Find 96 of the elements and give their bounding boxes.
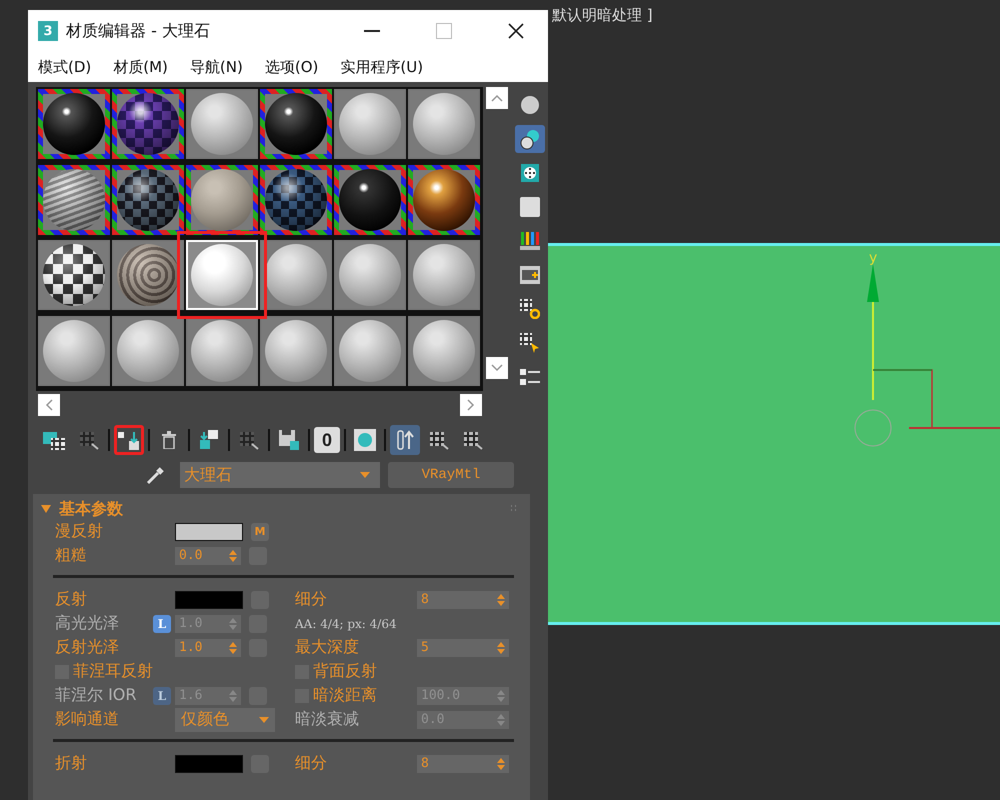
caret-icon (259, 716, 269, 722)
color-swatch[interactable] (175, 754, 243, 772)
tube-arrow-icon (396, 429, 414, 451)
rollout-title[interactable]: 基本参数 (59, 498, 502, 520)
param-label: 最大深度 (295, 637, 359, 658)
spheres-icon (519, 128, 542, 150)
material-slot[interactable] (38, 164, 110, 234)
material-slot[interactable] (260, 89, 332, 159)
axis-label: y (869, 250, 878, 266)
menu-item[interactable]: 导航(N) (190, 58, 243, 76)
material-slot[interactable] (408, 164, 480, 234)
color-swatch[interactable] (175, 522, 243, 540)
checker-cursor-icon (520, 333, 540, 353)
floppy-icon (279, 430, 299, 450)
material-slot[interactable] (112, 240, 184, 310)
checker-group-icon (238, 430, 260, 450)
checker-pick-icon (78, 430, 100, 450)
scroll-down-button[interactable] (486, 357, 508, 379)
square-icon (520, 197, 540, 217)
param-label: 背面反射 (313, 661, 377, 682)
material-slot[interactable] (260, 164, 332, 234)
chevron-up-icon (491, 94, 504, 102)
collapse-arrow-icon[interactable] (41, 505, 51, 513)
spinner-arrows-icon (229, 550, 237, 562)
param-label: 暗淡距离 (313, 685, 377, 706)
maximize-icon (436, 23, 452, 39)
scroll-right-button[interactable] (460, 394, 482, 416)
param-label: 粗糙 (55, 545, 87, 566)
param-label: 细分 (295, 589, 327, 610)
menu-item[interactable]: 材质(M) (113, 58, 168, 76)
color-swatch[interactable] (175, 590, 243, 608)
close-icon (508, 23, 524, 39)
map-button[interactable]: M (251, 522, 269, 540)
param-label: 高光光泽 (55, 613, 119, 634)
spinner-field[interactable]: 8 (417, 754, 509, 772)
param-label: 折射 (55, 753, 87, 774)
scroll-left-button[interactable] (38, 394, 60, 416)
sampling-note: AA: 4/4; px: 4/64 (295, 616, 397, 630)
checker-arrow-icon (428, 430, 450, 450)
viewport-label: 默认明暗处理 ] (551, 5, 654, 26)
checker-gear-icon (520, 299, 540, 319)
checker-icon (521, 164, 540, 182)
spinner-arrows-icon (497, 714, 505, 726)
spinner-arrows-icon (229, 642, 237, 654)
spinner-field[interactable]: 0.0 (175, 546, 241, 564)
spinner-arrows-icon (497, 642, 505, 654)
spinner-arrows-icon (497, 690, 505, 702)
window-title: 材质编辑器 - 大理石 (66, 20, 211, 42)
material-name-dropdown[interactable]: 大理石 (180, 462, 380, 488)
spinner-field[interactable]: 8 (417, 590, 509, 608)
toolbar-button[interactable]: 0 (314, 427, 340, 453)
material-slot[interactable] (112, 164, 184, 234)
param-label: 反射 (55, 589, 87, 610)
spinner-field[interactable]: 5 (417, 638, 509, 656)
material-slot[interactable] (334, 164, 406, 234)
minimize-icon (364, 30, 380, 32)
spinner-arrows-icon (497, 758, 505, 770)
chevron-left-icon (45, 399, 53, 411)
param-label: 菲涅尔 IOR (55, 685, 137, 706)
spinner-arrows-icon (497, 594, 505, 606)
chevron-right-icon (467, 399, 475, 411)
film-icon (520, 266, 540, 284)
app-icon: 3 (38, 21, 58, 41)
spinner-arrows-icon (229, 690, 237, 702)
material-slot[interactable] (112, 89, 184, 159)
param-label: 反射光泽 (55, 637, 119, 658)
checker-arrow-icon (118, 430, 140, 450)
param-label: 细分 (295, 753, 327, 774)
checker-square-icon (354, 429, 376, 451)
list-icon (520, 368, 540, 386)
menu-item[interactable]: 选项(O) (264, 58, 318, 76)
sphere-icon (520, 95, 540, 115)
trash-icon (162, 431, 176, 449)
param-label: 影响通道 (55, 709, 119, 730)
checker-arrow-icon (462, 430, 484, 450)
param-label: 暗淡衰减 (295, 709, 359, 730)
side-tool-button[interactable] (515, 125, 546, 153)
color-bars-icon (520, 232, 540, 250)
param-label: 漫反射 (55, 521, 103, 542)
spinner-field[interactable]: 1.0 (175, 638, 241, 656)
eyedropper-icon[interactable] (146, 465, 166, 485)
scroll-up-button[interactable] (486, 87, 508, 109)
menu-item[interactable]: 实用程序(U) (340, 58, 424, 76)
spinner-arrows-icon (229, 618, 237, 630)
material-slot[interactable] (38, 240, 110, 310)
material-type-button[interactable]: VRayMtl (388, 462, 514, 488)
folder-checker-icon (43, 430, 67, 450)
toolbar-button[interactable] (114, 425, 144, 455)
menu-item[interactable]: 模式(D) (38, 58, 92, 76)
param-label: 菲涅耳反射 (73, 661, 153, 682)
checker-copy-icon (198, 430, 220, 450)
chevron-down-icon (491, 364, 504, 372)
channel-dropdown[interactable]: 仅颜色 (175, 708, 275, 732)
grip-icon (510, 505, 518, 513)
caret-icon (360, 472, 370, 478)
material-slot[interactable] (38, 89, 110, 159)
